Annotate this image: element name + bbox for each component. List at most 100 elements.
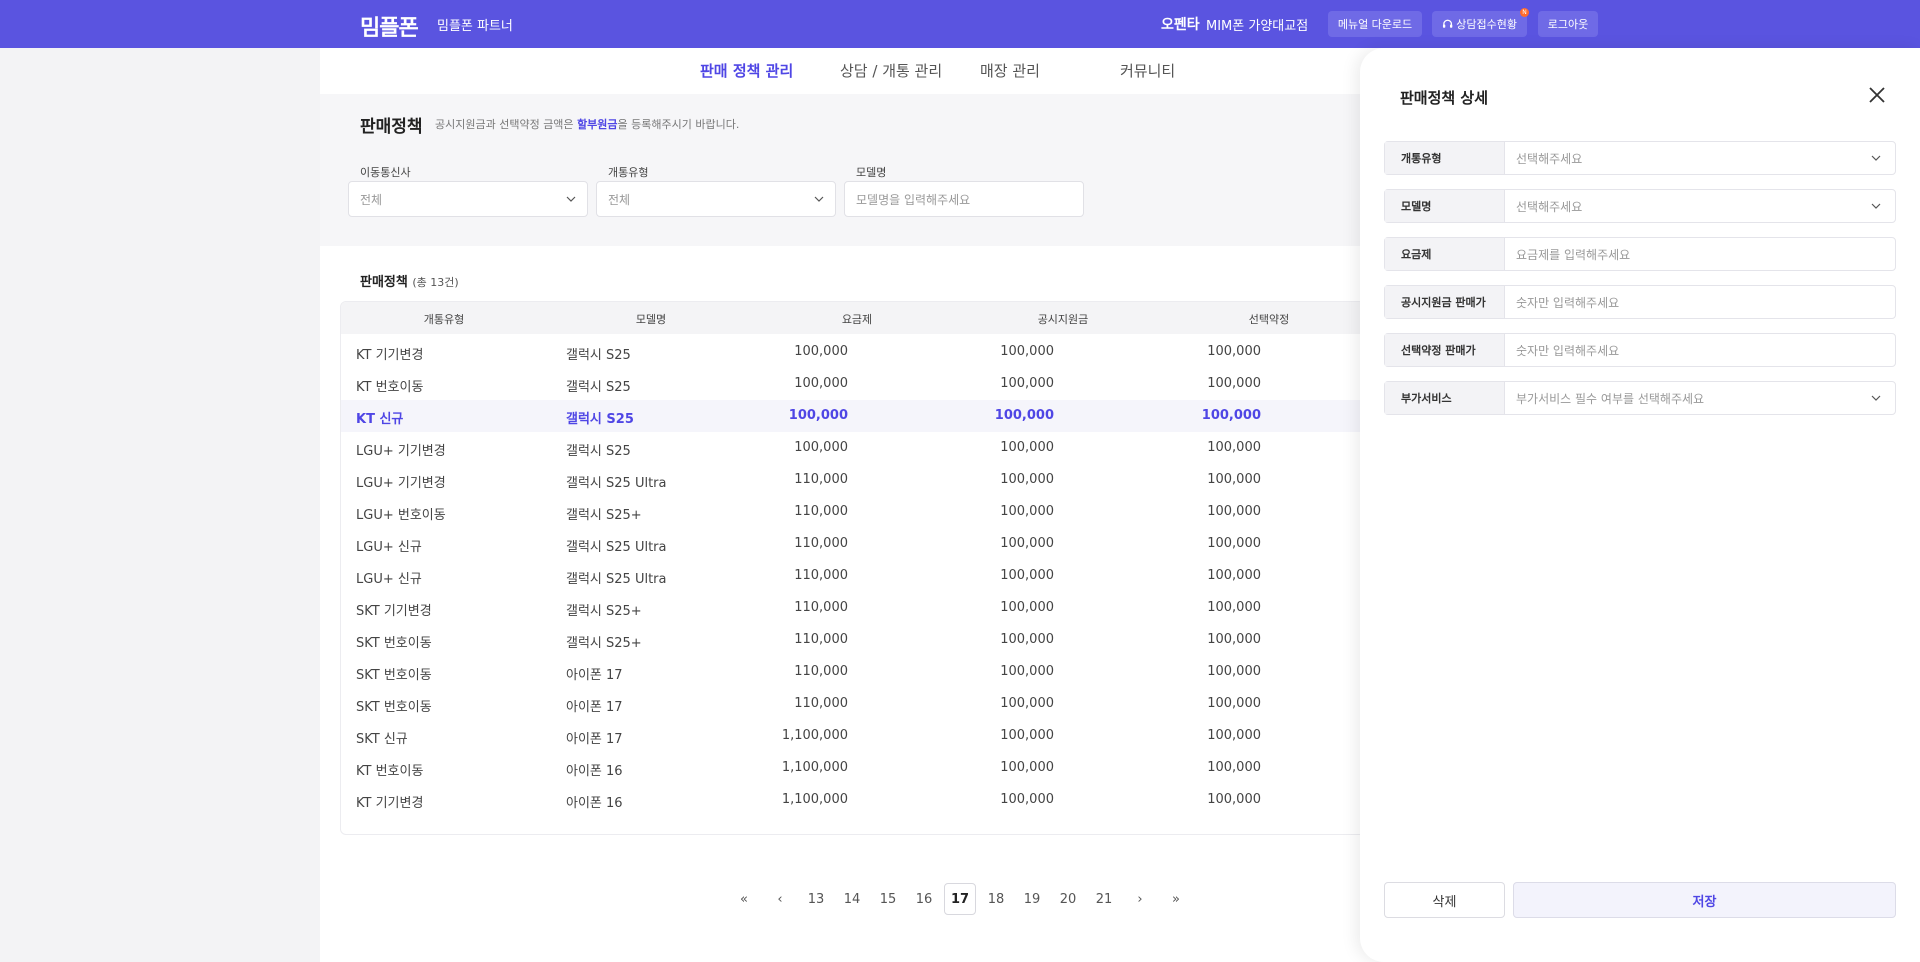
- table-cell: LGU+ 신규: [356, 572, 422, 587]
- table-cell: 100,000: [1000, 376, 1054, 391]
- table-cell: 1,100,000: [781, 792, 848, 807]
- drawer-field-row: 공시지원금 판매가 숫자만 입력해주세요: [1384, 285, 1896, 319]
- drawer-input[interactable]: 숫자만 입력해주세요: [1505, 286, 1895, 318]
- table-cell: 1,100,000: [781, 728, 848, 743]
- table-cell: 100,000: [1207, 440, 1261, 455]
- close-icon[interactable]: [1866, 84, 1888, 106]
- brand-logo[interactable]: 밈플폰: [360, 10, 419, 42]
- list-count: (총 13건): [412, 276, 459, 289]
- table-cell: LGU+ 기기변경: [356, 476, 446, 491]
- page-number-button[interactable]: 17: [944, 883, 976, 915]
- drawer-title: 판매정책 상세: [1400, 89, 1489, 107]
- table-cell: KT 기기변경: [356, 348, 424, 363]
- table-cell: 100,000: [1207, 792, 1261, 807]
- chevron-down-icon: [1871, 203, 1881, 209]
- carrier-select[interactable]: 전체: [348, 181, 588, 217]
- chevron-down-icon: [1871, 395, 1881, 401]
- drawer-field-placeholder: 요금제를 입력해주세요: [1516, 247, 1631, 262]
- user-name: 오펜타: [1161, 17, 1200, 33]
- table-cell: 아이폰 17: [566, 732, 623, 747]
- drawer-select[interactable]: 선택해주세요: [1505, 190, 1895, 222]
- table-cell: 100,000: [1207, 376, 1261, 391]
- drawer-field-label: 부가서비스: [1385, 382, 1505, 414]
- table-cell: 100,000: [1000, 728, 1054, 743]
- table-cell: 아이폰 17: [566, 668, 623, 683]
- model-search-input[interactable]: 모델명을 입력해주세요: [844, 181, 1084, 217]
- table-cell: 갤럭시 S25: [566, 444, 631, 459]
- page-number-button[interactable]: 19: [1016, 883, 1048, 915]
- chevron-down-icon: [1871, 155, 1881, 161]
- logout-button[interactable]: 로그아웃: [1538, 11, 1598, 37]
- table-cell: 110,000: [794, 504, 848, 519]
- delete-button[interactable]: 삭제: [1384, 882, 1505, 918]
- page-number-button[interactable]: 15: [872, 883, 904, 915]
- table-cell: 갤럭시 S25: [566, 412, 634, 427]
- table-cell: 100,000: [1000, 568, 1054, 583]
- drawer-field-label: 공시지원금 판매가: [1385, 286, 1505, 318]
- table-cell: 110,000: [794, 600, 848, 615]
- tab-community[interactable]: 커뮤니티: [1120, 60, 1175, 81]
- column-header: 개통유형: [423, 313, 465, 326]
- next-page-icon[interactable]: ›: [1124, 883, 1156, 915]
- page-number-button[interactable]: 21: [1088, 883, 1120, 915]
- model-search-placeholder: 모델명을 입력해주세요: [856, 192, 971, 207]
- tab-consult-activation[interactable]: 상담 / 개통 관리: [840, 60, 942, 81]
- drawer-input[interactable]: 숫자만 입력해주세요: [1505, 334, 1895, 366]
- drawer-field-placeholder: 숫자만 입력해주세요: [1516, 343, 1620, 358]
- table-cell: 100,000: [1201, 408, 1261, 423]
- consult-status-label: 상담접수현황: [1456, 18, 1517, 31]
- table-cell: 100,000: [1207, 760, 1261, 775]
- column-header: 선택약정: [1248, 313, 1290, 326]
- table-cell: 100,000: [794, 344, 848, 359]
- drawer-field-row: 선택약정 판매가 숫자만 입력해주세요: [1384, 333, 1896, 367]
- save-button[interactable]: 저장: [1513, 882, 1896, 918]
- tab-sales-policy[interactable]: 판매 정책 관리: [700, 60, 793, 81]
- drawer-field-label: 선택약정 판매가: [1385, 334, 1505, 366]
- page-number-button[interactable]: 20: [1052, 883, 1084, 915]
- page-number-button[interactable]: 16: [908, 883, 940, 915]
- page-number-button[interactable]: 14: [836, 883, 868, 915]
- drawer-field-row: 부가서비스 부가서비스 필수 여부를 선택해주세요: [1384, 381, 1896, 415]
- table-cell: 110,000: [794, 632, 848, 647]
- drawer-select[interactable]: 부가서비스 필수 여부를 선택해주세요: [1505, 382, 1895, 414]
- manual-download-button[interactable]: 메뉴얼 다운로드: [1328, 11, 1422, 37]
- first-page-icon[interactable]: «: [728, 883, 760, 915]
- top-bar: 밈플폰 밈플폰 파트너 오펜타 MIM폰 가양대교점 메뉴얼 다운로드 상담접수…: [0, 0, 1920, 48]
- column-header: 모델명: [635, 313, 667, 326]
- chevron-down-icon: [566, 196, 576, 202]
- table-cell: 110,000: [794, 472, 848, 487]
- table-cell: 갤럭시 S25: [566, 348, 631, 363]
- carrier-select-value: 전체: [360, 192, 383, 207]
- table-cell: SKT 번호이동: [356, 700, 432, 715]
- consult-status-button[interactable]: 상담접수현황: [1432, 11, 1527, 37]
- table-cell: SKT 번호이동: [356, 668, 432, 683]
- table-cell: 100,000: [1000, 760, 1054, 775]
- page-title: 판매정책: [360, 117, 423, 137]
- activation-type-select[interactable]: 전체: [596, 181, 836, 217]
- table-cell: 갤럭시 S25 Ultra: [566, 540, 667, 555]
- drawer-field-label: 개통유형: [1385, 142, 1505, 174]
- drawer-select[interactable]: 선택해주세요: [1505, 142, 1895, 174]
- table-cell: 갤럭시 S25+: [566, 508, 642, 523]
- table-cell: 갤럭시 S25 Ultra: [566, 476, 667, 491]
- partner-label: 밈플폰 파트너: [437, 19, 513, 34]
- table-cell: 100,000: [1207, 504, 1261, 519]
- page-number-button[interactable]: 13: [800, 883, 832, 915]
- table-cell: 아이폰 16: [566, 796, 623, 811]
- drawer-input[interactable]: 요금제를 입력해주세요: [1505, 238, 1895, 270]
- drawer-field-placeholder: 숫자만 입력해주세요: [1516, 295, 1620, 310]
- table-cell: 갤럭시 S25+: [566, 604, 642, 619]
- page-number-button[interactable]: 18: [980, 883, 1012, 915]
- table-cell: 100,000: [1000, 536, 1054, 551]
- table-cell: LGU+ 신규: [356, 540, 422, 555]
- table-cell: 100,000: [1207, 536, 1261, 551]
- table-cell: 갤럭시 S25: [566, 380, 631, 395]
- table-cell: 1,100,000: [781, 760, 848, 775]
- last-page-icon[interactable]: »: [1160, 883, 1192, 915]
- table-cell: 100,000: [1000, 664, 1054, 679]
- drawer-field-row: 개통유형 선택해주세요: [1384, 141, 1896, 175]
- column-header: 공시지원금: [1037, 313, 1089, 326]
- table-cell: 100,000: [1207, 632, 1261, 647]
- tab-store-management[interactable]: 매장 관리: [980, 60, 1040, 81]
- prev-page-icon[interactable]: ‹: [764, 883, 796, 915]
